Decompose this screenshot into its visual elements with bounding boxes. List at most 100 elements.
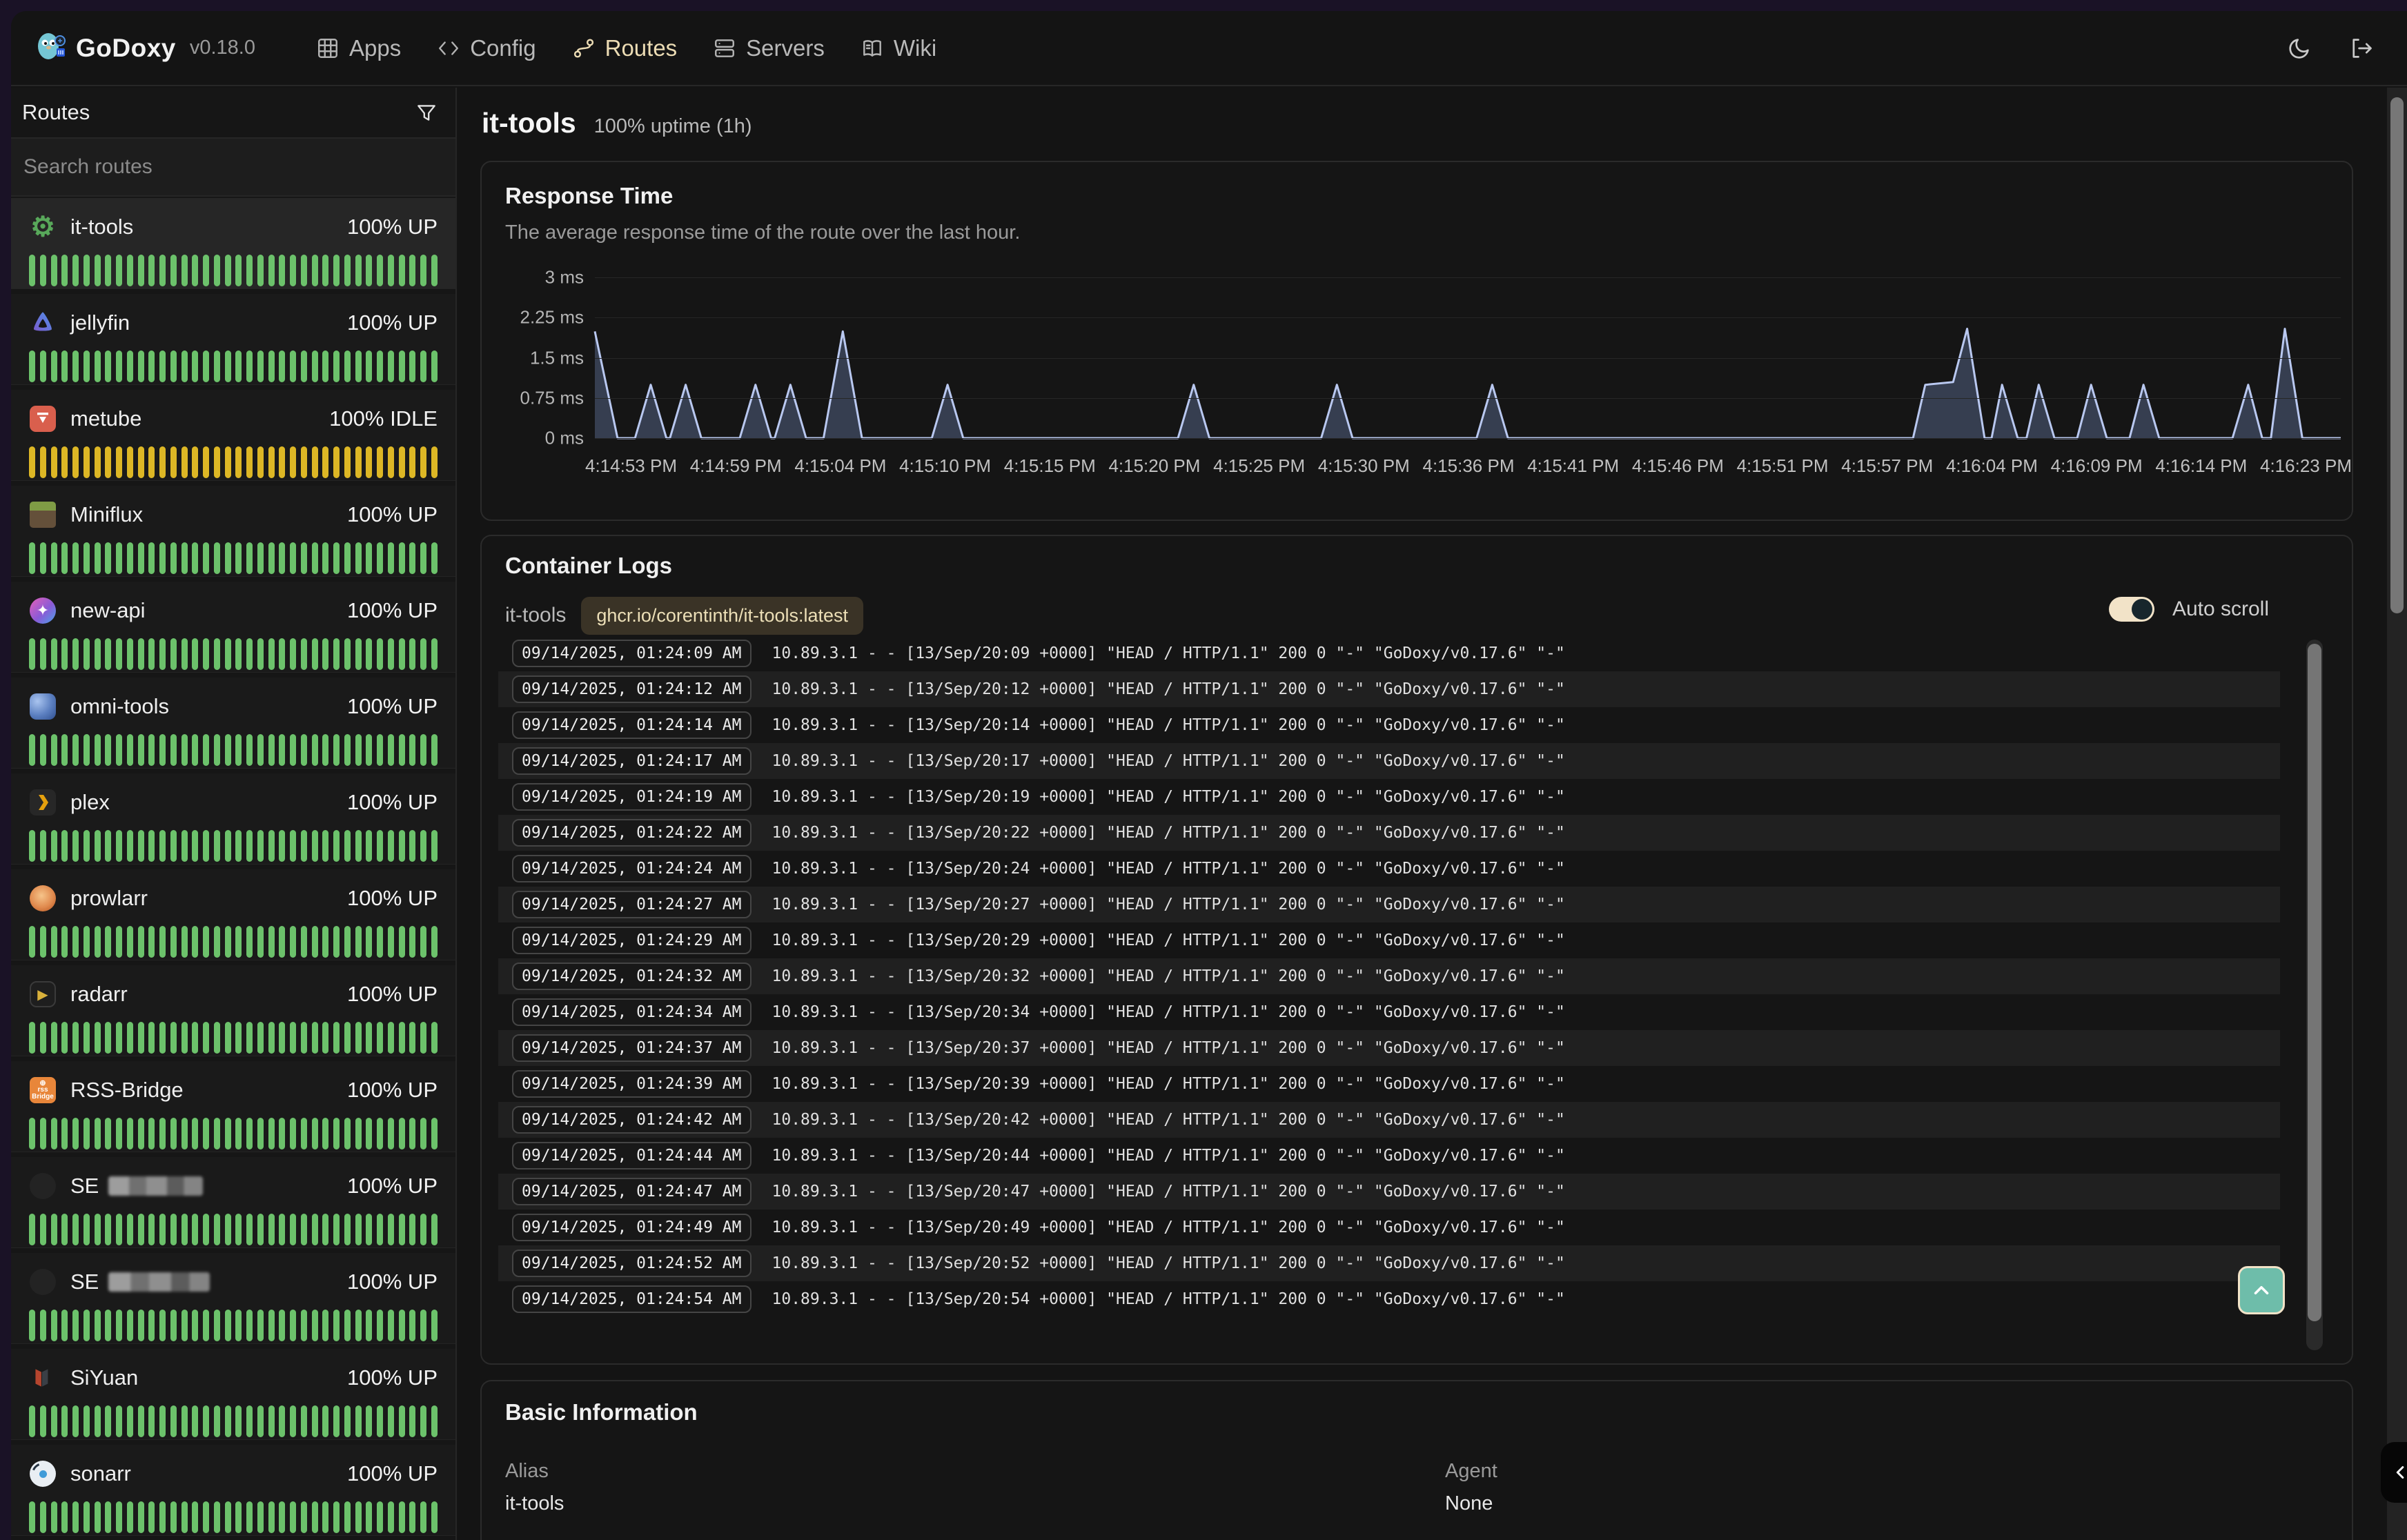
uptime-bar <box>420 446 426 478</box>
uptime-bar <box>83 255 90 286</box>
nav-item-servers[interactable]: Servers <box>713 35 825 61</box>
route-item-omni-tools[interactable]: omni-tools 100% UP <box>11 678 455 769</box>
uptime-bar <box>51 446 57 478</box>
uptime-bar <box>61 926 68 958</box>
uptime-bars <box>29 1022 438 1054</box>
uptime-bar <box>192 830 198 862</box>
uptime-bar <box>61 830 68 862</box>
uptime-bar <box>203 255 209 286</box>
route-status: 100% UP <box>347 1078 438 1103</box>
nav-item-wiki[interactable]: Wiki <box>861 35 936 61</box>
uptime-bar <box>431 255 438 286</box>
route-item-plex[interactable]: plex 100% UP <box>11 773 455 865</box>
uptime-bar <box>72 638 79 670</box>
uptime-bar <box>170 1214 177 1245</box>
uptime-bar <box>51 255 57 286</box>
uptime-bar <box>83 734 90 766</box>
uptime-bar <box>355 734 362 766</box>
uptime-bar <box>61 446 68 478</box>
route-item-prowlarr[interactable]: prowlarr 100% UP <box>11 869 455 960</box>
uptime-bar <box>344 255 351 286</box>
logs-scrollbar-thumb[interactable] <box>2308 644 2321 1321</box>
uptime-bar <box>105 638 111 670</box>
uptime-bar <box>138 830 144 862</box>
page-scrollbar[interactable] <box>2387 88 2407 1540</box>
uptime-bar <box>409 542 415 574</box>
route-list: ⚙ it-tools 100% UP jellyfin 100% UP metu… <box>11 198 455 1540</box>
uptime-bar <box>322 255 328 286</box>
collapse-panel-tab[interactable] <box>2381 1442 2407 1503</box>
route-item-it-tools[interactable]: ⚙ it-tools 100% UP <box>11 198 455 289</box>
uptime-bar <box>72 446 79 478</box>
uptime-bar <box>431 1118 438 1149</box>
route-item-sonarr[interactable]: sonarr 100% UP <box>11 1445 455 1536</box>
uptime-bar <box>431 1022 438 1054</box>
uptime-bar <box>333 1310 340 1341</box>
route-item-new-api[interactable]: ✦ new-api 100% UP <box>11 582 455 673</box>
uptime-bar <box>138 1022 144 1054</box>
sidebar-header: Routes <box>11 88 455 139</box>
nav-item-apps[interactable]: Apps <box>316 35 401 61</box>
uptime-bar <box>95 1310 101 1341</box>
chart-x-tick-label: 4:15:30 PM <box>1318 455 1410 477</box>
route-item-header: Miniflux 100% UP <box>29 498 438 531</box>
uptime-bar <box>377 1501 383 1533</box>
uptime-bar <box>105 1501 111 1533</box>
brand[interactable]: GoDoxy v0.18.0 <box>35 30 255 66</box>
uptime-bar <box>83 638 90 670</box>
uptime-bar <box>333 446 340 478</box>
route-item-miniflux[interactable]: Miniflux 100% UP <box>11 486 455 577</box>
page-scrollbar-thumb[interactable] <box>2390 97 2404 613</box>
dark-mode-toggle-moon-icon[interactable] <box>2286 34 2313 62</box>
search-routes-row <box>11 139 455 197</box>
uptime-bar <box>355 351 362 382</box>
logs-scrollbar[interactable] <box>2306 640 2323 1350</box>
route-item-jellyfin[interactable]: jellyfin 100% UP <box>11 294 455 385</box>
log-timestamp: 09/14/2025, 01:24:44 AM <box>512 1142 751 1169</box>
route-item-se[interactable]: SE 100% UP <box>11 1157 455 1248</box>
uptime-bars <box>29 1118 438 1149</box>
uptime-bar <box>279 830 285 862</box>
nav-item-config[interactable]: Config <box>437 35 536 61</box>
uptime-bar <box>203 446 209 478</box>
uptime-bar <box>61 1118 68 1149</box>
uptime-bar <box>333 255 340 286</box>
uptime-bar <box>61 1310 68 1341</box>
uptime-bar <box>61 1501 68 1533</box>
uptime-bar <box>366 1118 372 1149</box>
uptime-bar <box>40 830 46 862</box>
uptime-bar <box>170 734 177 766</box>
route-item-metube[interactable]: metube 100% IDLE <box>11 390 455 481</box>
uptime-bar <box>312 1022 318 1054</box>
nav-item-routes[interactable]: Routes <box>572 35 678 61</box>
uptime-bar <box>170 1310 177 1341</box>
filter-icon[interactable] <box>413 99 440 126</box>
uptime-bar <box>105 446 111 478</box>
uptime-bar <box>225 255 231 286</box>
uptime-bar <box>409 1022 415 1054</box>
uptime-bar <box>40 1501 46 1533</box>
uptime-bar <box>181 1501 188 1533</box>
auto-scroll-toggle[interactable] <box>2109 597 2154 622</box>
uptime-bar <box>290 734 296 766</box>
route-status: 100% UP <box>347 1365 438 1390</box>
uptime-bar <box>420 734 426 766</box>
logout-icon[interactable] <box>2348 34 2375 62</box>
uptime-bar <box>279 638 285 670</box>
route-item-rss-bridge[interactable]: ⊕rssBridge RSS-Bridge 100% UP <box>11 1061 455 1152</box>
uptime-bar <box>138 734 144 766</box>
scroll-to-top-button[interactable] <box>2238 1266 2285 1314</box>
uptime-bar <box>322 734 328 766</box>
uptime-bar <box>203 1501 209 1533</box>
route-item-se[interactable]: SE 100% UP <box>11 1253 455 1344</box>
uptime-bar <box>366 926 372 958</box>
route-item-radarr[interactable]: ▶ radarr 100% UP <box>11 965 455 1056</box>
uptime-bar <box>29 1118 35 1149</box>
log-row: 09/14/2025, 01:24:37 AM 10.89.3.1 - - [1… <box>498 1030 2280 1066</box>
uptime-bar <box>235 446 242 478</box>
uptime-bar <box>366 830 372 862</box>
uptime-bar <box>214 1022 220 1054</box>
search-routes-input[interactable] <box>11 155 455 179</box>
route-item-siyuan[interactable]: SiYuan 100% UP <box>11 1349 455 1440</box>
chart-x-tick-label: 4:16:14 PM <box>2155 455 2247 477</box>
